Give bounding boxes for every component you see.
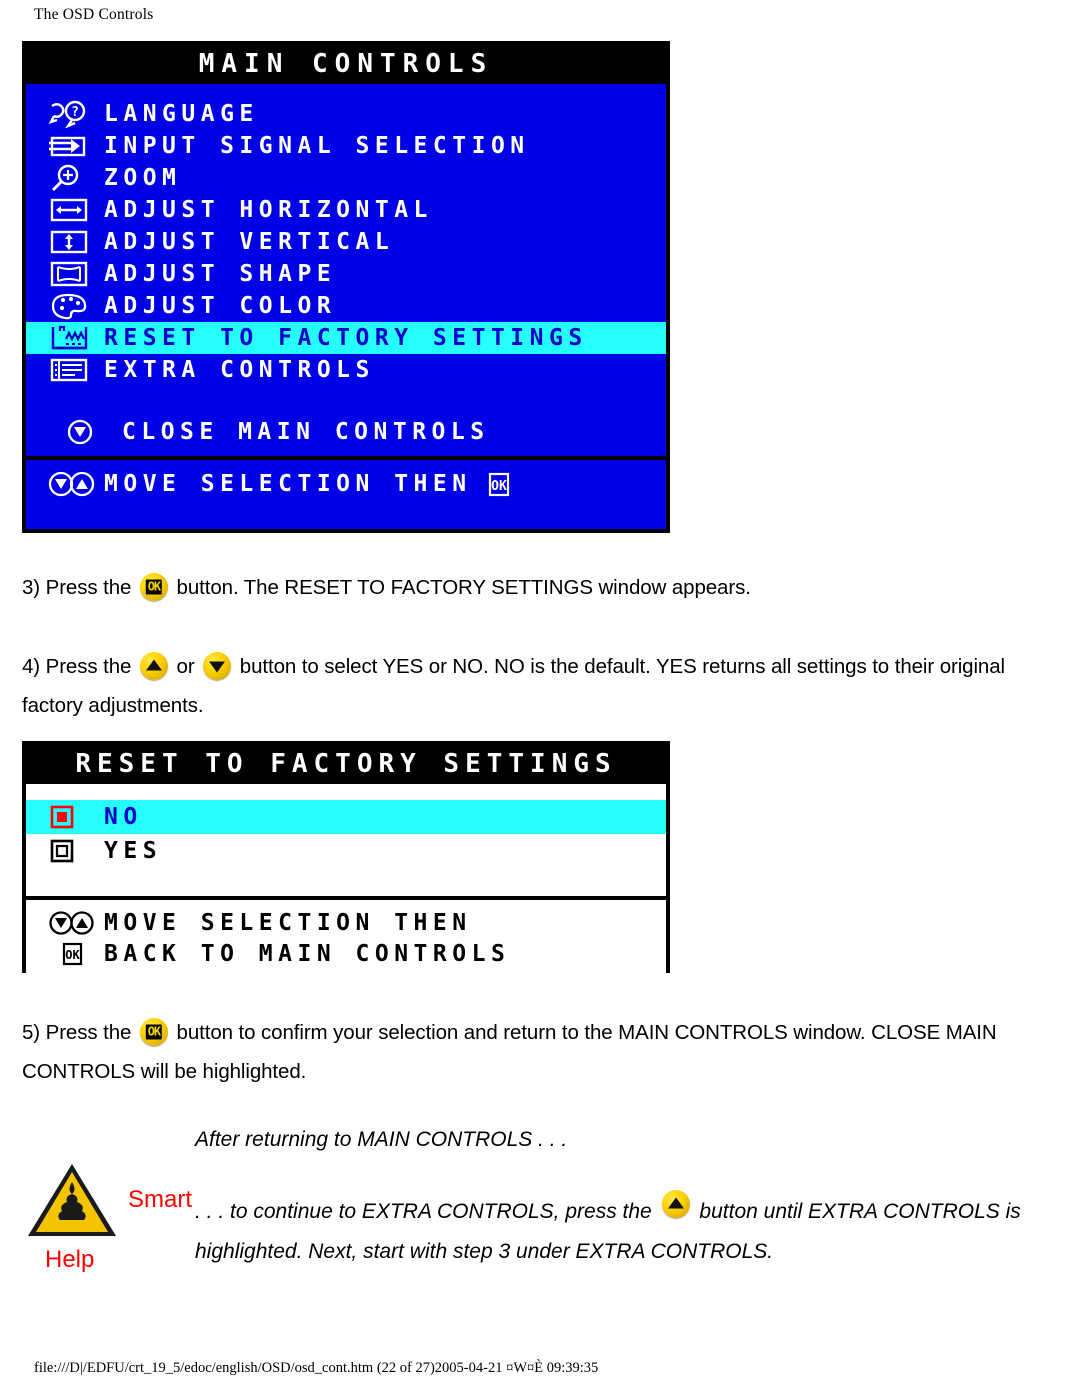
reset-panel-title: RESET TO FACTORY SETTINGS xyxy=(26,745,666,784)
menu-item-extra-controls[interactable]: EXTRA CONTROLS xyxy=(26,354,666,386)
step-5-text-post: button to confirm your selection and ret… xyxy=(176,1021,866,1044)
page-header: The OSD Controls xyxy=(34,6,154,23)
menu-item-label: CLOSE MAIN CONTROLS xyxy=(122,419,490,445)
footbar-label: MOVE SELECTION THEN xyxy=(104,909,472,936)
triangle-up-glyph xyxy=(145,659,162,671)
triangle-up-glyph xyxy=(667,1197,684,1209)
down-arrow-icon xyxy=(48,418,122,446)
down-button-icon[interactable] xyxy=(203,652,232,680)
step-4-text-pre: 4) Press the xyxy=(22,655,132,678)
step-3-text-pre: 3) Press the xyxy=(22,576,132,599)
smart-help-body: . . . to continue to EXTRA CONTROLS, pre… xyxy=(195,1190,1070,1272)
main-controls-title: MAIN CONTROLS xyxy=(26,45,666,84)
svg-text:?: ? xyxy=(71,105,79,120)
language-icon: ? xyxy=(48,100,104,128)
menu-item-label: ADJUST COLOR xyxy=(104,293,337,319)
menu-item-input-signal-selection[interactable]: INPUT SIGNAL SELECTION xyxy=(26,130,666,162)
radio-filled-red-icon xyxy=(48,804,104,830)
svg-text:OK: OK xyxy=(65,948,80,962)
triangle-down-glyph xyxy=(209,661,226,673)
footbar-label: BACK TO MAIN CONTROLS xyxy=(104,940,511,967)
reset-panel-options: NO YES xyxy=(26,784,666,896)
ok-button-icon[interactable]: OK xyxy=(139,1018,168,1046)
footbar-label: MOVE SELECTION THEN xyxy=(104,471,472,497)
menu-item-label: EXTRA CONTROLS xyxy=(104,357,375,383)
svg-text:OK: OK xyxy=(491,479,507,494)
smart-help-line2-pre: . . . to continue to EXTRA CONTROLS, pre… xyxy=(195,1200,652,1223)
menu-item-adjust-shape[interactable]: ADJUST SHAPE xyxy=(26,258,666,290)
menu-item-adjust-horizontal[interactable]: ADJUST HORIZONTAL xyxy=(26,194,666,226)
ok-button-glyph: OK xyxy=(145,579,163,595)
reset-to-factory-settings-osd-panel: RESET TO FACTORY SETTINGS NO YES MOVE SE… xyxy=(22,741,670,975)
up-button-icon[interactable] xyxy=(661,1190,690,1218)
menu-item-adjust-color[interactable]: ADJUST COLOR xyxy=(26,290,666,322)
ok-button-icon[interactable]: OK xyxy=(139,573,168,601)
menu-item-zoom[interactable]: ZOOM xyxy=(26,162,666,194)
radio-empty-black-icon xyxy=(48,838,104,864)
help-label: Help xyxy=(45,1246,95,1273)
adjust-color-icon xyxy=(48,292,104,320)
menu-item-label: ZOOM xyxy=(104,165,182,191)
footbar-line-move-selection: MOVE SELECTION THEN xyxy=(48,907,472,938)
down-up-arrow-icons xyxy=(48,470,104,498)
ok-button-glyph: OK xyxy=(145,1024,163,1040)
main-controls-menu-list: ? LANGUAGE INPUT SIGNAL SELECTION ZOOM A… xyxy=(26,84,666,456)
adjust-vertical-icon xyxy=(48,228,104,256)
menu-spacer xyxy=(26,386,666,416)
menu-item-label: ADJUST VERTICAL xyxy=(104,229,395,255)
step-3-text-post: button. The RESET TO FACTORY SETTINGS wi… xyxy=(176,576,751,599)
smart-help-line2-post: button until EXTRA xyxy=(699,1200,878,1223)
step-4-text-post: button to select YES or NO. NO is the de… xyxy=(239,655,890,678)
step-4-paragraph: 4) Press the or button to select YES or … xyxy=(22,647,1068,725)
menu-item-adjust-vertical[interactable]: ADJUST VERTICAL xyxy=(26,226,666,258)
menu-item-label: ADJUST SHAPE xyxy=(104,261,337,287)
page-footer-path: file:///D|/EDFU/crt_19_5/edoc/english/OS… xyxy=(34,1360,599,1376)
factory-reset-icon xyxy=(48,324,104,352)
menu-item-close-main-controls[interactable]: CLOSE MAIN CONTROLS xyxy=(26,416,666,448)
option-yes[interactable]: YES xyxy=(26,834,666,868)
footbar-line-back-to-main: OK BACK TO MAIN CONTROLS xyxy=(48,938,510,969)
option-label: YES xyxy=(104,838,163,864)
ok-icon: OK xyxy=(486,470,512,498)
up-button-icon[interactable] xyxy=(139,652,168,680)
menu-item-label: LANGUAGE xyxy=(104,101,259,127)
adjust-shape-icon xyxy=(48,260,104,288)
smart-help-warning-icon xyxy=(24,1158,120,1249)
option-label: NO xyxy=(104,804,143,830)
main-controls-osd-panel: MAIN CONTROLS ? LANGUAGE INPUT SIGNAL SE… xyxy=(22,41,670,533)
step-5-text-pre: 5) Press the xyxy=(22,1021,132,1044)
reset-panel-footbar: MOVE SELECTION THEN OK BACK TO MAIN CONT… xyxy=(26,900,666,975)
down-up-arrow-icons xyxy=(48,910,104,936)
menu-item-language[interactable]: ? LANGUAGE xyxy=(26,98,666,130)
extra-controls-icon xyxy=(48,356,104,384)
zoom-icon xyxy=(48,164,104,192)
adjust-horizontal-icon xyxy=(48,196,104,224)
step-3-paragraph: 3) Press the OK button. The RESET TO FAC… xyxy=(22,568,1062,607)
main-controls-footbar: MOVE SELECTION THEN OK xyxy=(26,460,666,508)
ok-icon: OK xyxy=(48,941,104,967)
step-5-paragraph: 5) Press the OK button to confirm your s… xyxy=(22,1013,1068,1091)
menu-item-label: ADJUST HORIZONTAL xyxy=(104,197,433,223)
menu-item-label: RESET TO FACTORY SETTINGS xyxy=(104,325,588,351)
step-4-text-mid: or xyxy=(176,655,195,678)
smart-help-line-1: After returning to MAIN CONTROLS . . . xyxy=(195,1128,568,1151)
menu-item-reset-to-factory-settings[interactable]: RESET TO FACTORY SETTINGS xyxy=(26,322,666,354)
input-signal-icon xyxy=(48,132,104,160)
smart-label: Smart xyxy=(128,1186,193,1213)
option-no[interactable]: NO xyxy=(26,800,666,834)
menu-item-label: INPUT SIGNAL SELECTION xyxy=(104,133,530,159)
